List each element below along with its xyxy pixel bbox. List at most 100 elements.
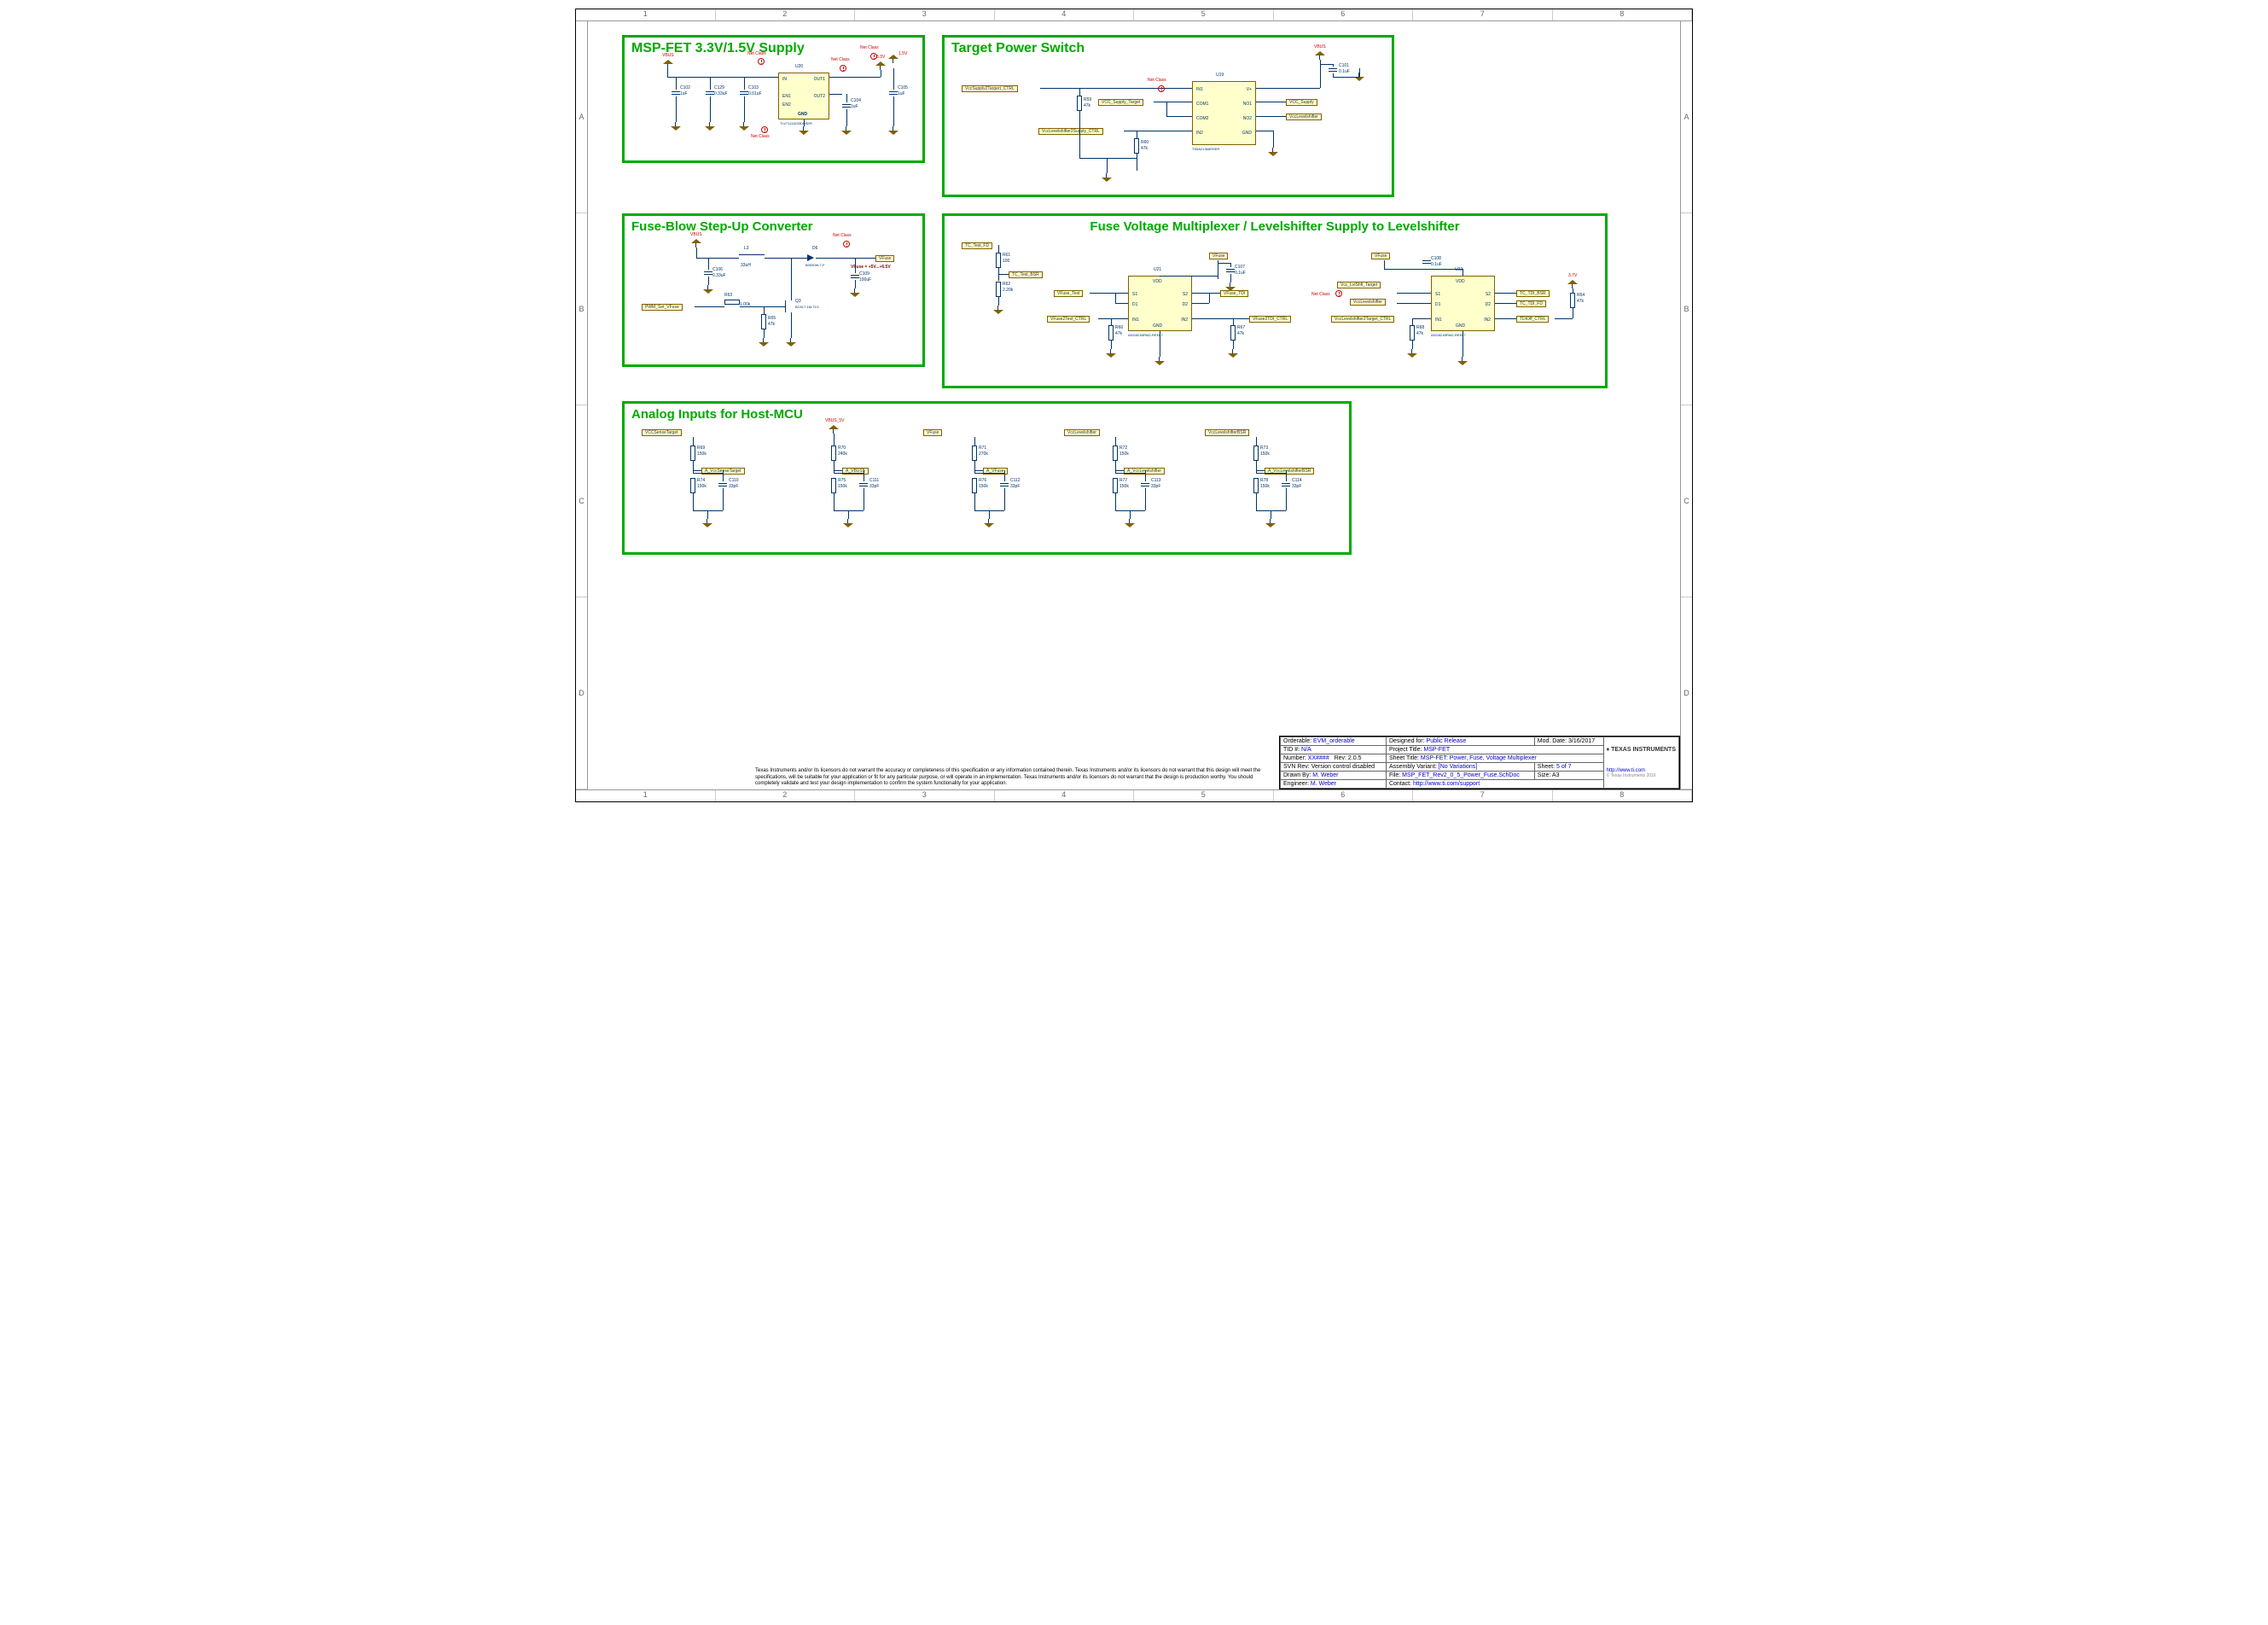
link-file[interactable]: MSP_FET_Rev2_0_5_Power_Fuse.SchDoc xyxy=(1402,772,1520,778)
link-sheet[interactable]: 5 of 7 xyxy=(1556,764,1572,770)
net-vfuse: VFuse xyxy=(875,255,894,262)
res-r64 xyxy=(1570,293,1575,308)
gnd xyxy=(759,338,769,347)
netclass-icon xyxy=(761,126,768,133)
res-top xyxy=(1113,446,1118,461)
block-target: Target Power Switch IN1 COM1 COM2 IN2 V+… xyxy=(942,35,1394,197)
ti-logo: ♦ TEXAS INSTRUMENTS http://www.ti.com © … xyxy=(1607,747,1676,778)
ruler-bottom: 12345678 xyxy=(576,789,1692,801)
link-num[interactable]: XX#### xyxy=(1308,755,1329,761)
block-analog: Analog Inputs for Host-MCU VCCSenseTarge… xyxy=(622,401,1352,555)
cap-c105 xyxy=(889,90,898,96)
disclaimer: Texas Instruments and/or its licensors d… xyxy=(755,768,1276,787)
res-r62 xyxy=(996,282,1001,297)
block-title-fusemux: Fuse Voltage Multiplexer / Levelshifter … xyxy=(945,216,1605,237)
net-vcclvlshft-target: Vcc_LvlShft_Target xyxy=(1337,282,1381,288)
cap xyxy=(1282,481,1290,488)
cap-c101 xyxy=(1329,67,1337,73)
netclass-icon xyxy=(843,241,850,248)
net-vfuse: VFuse xyxy=(1371,253,1390,259)
link-orderable[interactable]: EVM_orderable xyxy=(1313,738,1355,744)
cap-c103 xyxy=(740,90,748,96)
link-contact[interactable]: http://www.ti.com/support xyxy=(1413,781,1480,787)
link-proj[interactable]: MSP-FET xyxy=(1423,747,1450,753)
gnd xyxy=(799,126,809,135)
net-top: VccLevelshifterBSR xyxy=(1205,429,1249,436)
pwr-vbus xyxy=(663,60,673,68)
ic-u22: VDD S1 D1 IN1 S2 D2 IN2 GND xyxy=(1431,276,1495,331)
link-drawn[interactable]: M. Weber xyxy=(1312,772,1338,778)
block-fuseblow: Fuse-Blow Step-Up Converter VBUS L3 33uH… xyxy=(622,213,925,367)
gnd xyxy=(1228,349,1238,358)
net-ctrl2: VccLevelshifter2Supply_CTRL xyxy=(1038,128,1103,135)
pwr-vbus xyxy=(1315,51,1325,60)
net-vfuse2tdi: VFuse2TDI_CTRL xyxy=(1249,316,1291,323)
net-vccls: VccLevelshifter xyxy=(1286,114,1322,120)
gnd xyxy=(850,288,860,297)
net-vfuse: VFuse xyxy=(1209,253,1228,259)
res-top xyxy=(690,446,695,461)
title-block: Orderable: EVM_orderable Designed for: P… xyxy=(1279,736,1680,789)
cap xyxy=(859,481,868,488)
net-pwm: PWM_Set_VFuse xyxy=(642,304,683,311)
gnd xyxy=(1268,148,1278,156)
ruler-left: ABCD xyxy=(576,21,588,789)
gnd xyxy=(702,519,712,527)
gnd xyxy=(1154,357,1165,365)
block-supply: MSP-FET 3.3V/1.5V Supply IN EN1 EN2 OUT1… xyxy=(622,35,925,163)
gnd xyxy=(705,122,715,131)
gnd xyxy=(739,122,749,131)
link-eng[interactable]: M. Weber xyxy=(1311,781,1336,787)
net-tctdi-bsr: TC_TDI_BSR xyxy=(1516,290,1550,297)
ic-u20: IN EN1 EN2 OUT1 OUT2 GND xyxy=(778,73,829,119)
res-top xyxy=(831,446,836,461)
link-designed[interactable]: Public Release xyxy=(1427,738,1467,744)
net-vccls2target: VccLevelshifter2Target_CTRL xyxy=(1331,316,1394,323)
res-top xyxy=(1253,446,1259,461)
netclass-icon xyxy=(1335,290,1342,297)
ic-u19: IN1 COM1 COM2 IN2 V+ NO1 NO2 GND xyxy=(1192,81,1256,145)
res-bot xyxy=(1253,478,1259,493)
net-vcc-supply: VCC_Supply xyxy=(1286,99,1317,106)
gnd xyxy=(1125,519,1135,527)
netclass-icon xyxy=(840,65,846,72)
block-fusemux: Fuse Voltage Multiplexer / Levelshifter … xyxy=(942,213,1608,388)
gnd xyxy=(841,126,852,135)
net-tctest-fd: TC_Test_FD xyxy=(962,242,992,249)
cap-c108 xyxy=(1422,259,1431,265)
net-vcc-supply-target: VCC_Supply_Target xyxy=(1098,99,1143,106)
net-top: VccLevelshifter xyxy=(1064,429,1100,436)
ic-u21: VDD S1 D1 IN1 S2 D2 IN2 GND xyxy=(1128,276,1192,331)
gnd xyxy=(993,306,1003,314)
cap-c129 xyxy=(706,90,714,96)
block-title-analog: Analog Inputs for Host-MCU xyxy=(625,404,1349,425)
net-vfuse2test: VFuse2Test_CTRL xyxy=(1047,316,1090,323)
res-r59 xyxy=(1077,96,1082,111)
cap xyxy=(1141,481,1149,488)
res-r67 xyxy=(1230,325,1236,341)
cap-c104 xyxy=(842,102,851,109)
net-tctdi-fd: TC_TDI_FD xyxy=(1516,300,1546,307)
link-asm[interactable]: [No Variations] xyxy=(1439,764,1477,770)
res-bot xyxy=(831,478,836,493)
res-bot xyxy=(972,478,977,493)
cap xyxy=(718,481,727,488)
gnd xyxy=(703,285,713,294)
netclass-icon xyxy=(758,58,765,65)
link-sheettitle[interactable]: MSP-FET: Power, Fuse, Voltage Multiplexe… xyxy=(1421,755,1537,761)
res-r65 xyxy=(761,314,766,329)
gnd xyxy=(1407,349,1417,358)
ruler-right: ABCD xyxy=(1680,21,1692,789)
res-top xyxy=(972,446,977,461)
ruler-top: 12345678 xyxy=(576,9,1692,21)
block-title-fuseblow: Fuse-Blow Step-Up Converter xyxy=(625,216,922,237)
net-top: VCCSenseTarget xyxy=(642,429,682,436)
net-vccls: VccLevelshifter xyxy=(1350,299,1386,306)
gnd xyxy=(1102,173,1112,182)
link-tid[interactable]: N/A xyxy=(1301,747,1311,753)
cap-c102 xyxy=(672,90,680,96)
net-vfuse-test: VFuse_Test xyxy=(1054,290,1083,297)
res-bot xyxy=(1113,478,1118,493)
cap-c106 xyxy=(704,270,712,277)
res-r66 xyxy=(1108,325,1114,341)
